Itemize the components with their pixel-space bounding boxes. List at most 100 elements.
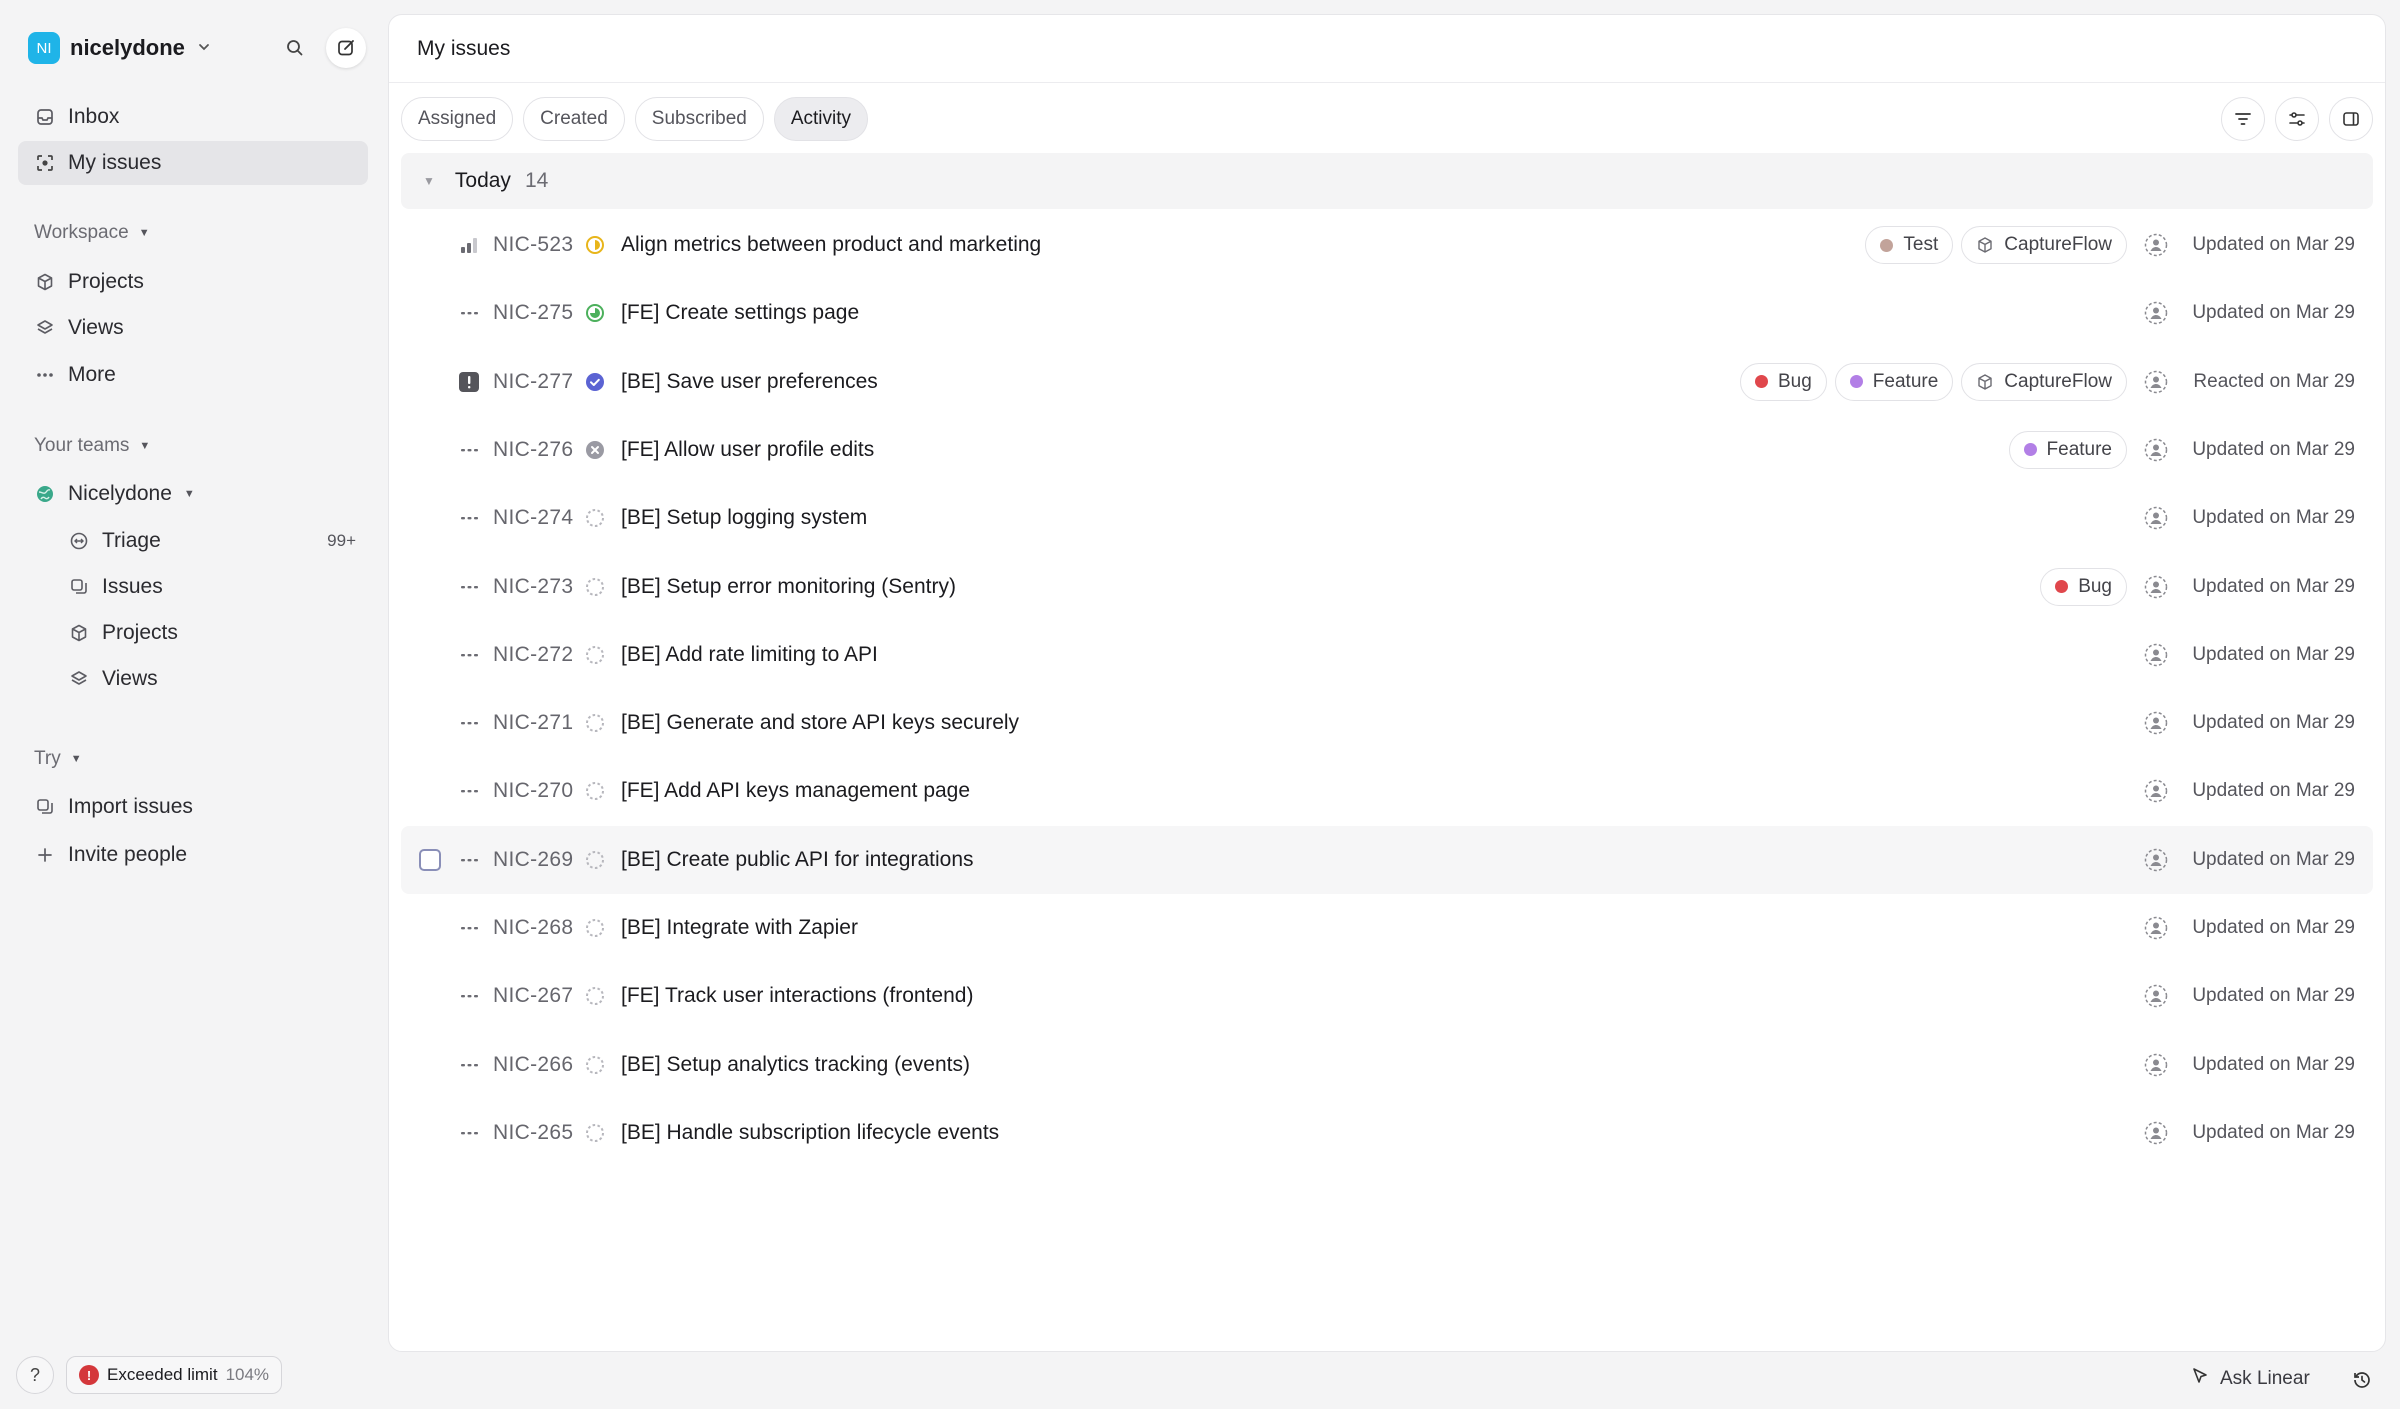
issue-row[interactable]: NIC-265 [BE] Handle subscription lifecycl… <box>401 1099 2373 1167</box>
user-avatar-icon[interactable] <box>2141 845 2171 875</box>
priority-urgent-icon[interactable] <box>457 370 481 394</box>
user-avatar-icon[interactable] <box>2141 981 2171 1011</box>
status-backlog-icon[interactable] <box>583 643 607 667</box>
try-section-header[interactable]: Try ▼ <box>34 748 82 770</box>
exceeded-limit-button[interactable]: ! Exceeded limit 104% <box>66 1356 283 1394</box>
label-chip[interactable]: Feature <box>1834 362 1954 401</box>
display-options-icon[interactable] <box>2275 97 2319 141</box>
status-backlog-icon[interactable] <box>583 984 607 1008</box>
priority-none-icon[interactable] <box>457 438 481 462</box>
sidebar: NI nicelydone Inbox My issues Workspace … <box>0 0 384 1409</box>
issue-row[interactable]: NIC-275 [FE] Create settings page Updated … <box>401 279 2373 347</box>
workspace-section-header[interactable]: Workspace ▼ <box>34 222 150 244</box>
user-avatar-icon[interactable] <box>2141 1118 2171 1148</box>
issue-row[interactable]: NIC-273 [BE] Setup error monitoring (Sent… <box>401 553 2373 621</box>
label-chip[interactable]: Test <box>1865 226 1954 264</box>
issue-row[interactable]: NIC-267 [FE] Track user interactions (fro… <box>401 962 2373 1030</box>
status-backlog-icon[interactable] <box>583 1121 607 1145</box>
status-in-review-icon[interactable] <box>583 301 607 325</box>
nav-import-issues[interactable]: Import issues <box>18 785 368 829</box>
team-item-triage[interactable]: Triage 99+ <box>52 519 368 563</box>
label-chip[interactable]: Bug <box>1739 362 1827 401</box>
priority-none-icon[interactable] <box>457 984 481 1008</box>
user-avatar-icon[interactable] <box>2141 1050 2171 1080</box>
priority-medium-icon[interactable] <box>457 233 481 257</box>
status-in-progress-icon[interactable] <box>583 233 607 257</box>
collapse-caret-icon[interactable]: ▼ <box>423 174 435 188</box>
group-header-today[interactable]: ▼ Today 14 <box>401 153 2373 209</box>
issue-row[interactable]: NIC-276 [FE] Allow user profile edits Feat… <box>401 416 2373 484</box>
user-avatar-icon[interactable] <box>2141 503 2171 533</box>
project-chip[interactable]: CaptureFlow <box>1961 362 2127 401</box>
user-avatar-icon[interactable] <box>2141 708 2171 738</box>
compose-icon[interactable] <box>326 28 366 68</box>
project-chip[interactable]: CaptureFlow <box>1961 226 2127 264</box>
nav-inbox[interactable]: Inbox <box>18 95 368 139</box>
issue-row[interactable]: NIC-523 Align metrics between product and… <box>401 211 2373 279</box>
user-avatar-icon[interactable] <box>2141 572 2171 602</box>
priority-none-icon[interactable] <box>457 916 481 940</box>
priority-none-icon[interactable] <box>457 301 481 325</box>
nav-my-issues[interactable]: My issues <box>18 141 368 185</box>
user-avatar-icon[interactable] <box>2141 913 2171 943</box>
priority-none-icon[interactable] <box>457 1053 481 1077</box>
priority-none-icon[interactable] <box>457 1121 481 1145</box>
label-chip[interactable]: Bug <box>2040 567 2127 606</box>
nav-projects[interactable]: Projects <box>18 260 368 304</box>
user-avatar-icon[interactable] <box>2141 230 2171 260</box>
team-item-views[interactable]: Views <box>52 657 368 701</box>
status-backlog-icon[interactable] <box>583 916 607 940</box>
view-tools <box>2221 97 2373 141</box>
issue-row[interactable]: NIC-269 [BE] Create public API for integr… <box>401 825 2373 894</box>
priority-none-icon[interactable] <box>457 575 481 599</box>
status-backlog-icon[interactable] <box>583 506 607 530</box>
tab-created[interactable]: Created <box>523 97 625 141</box>
tab-activity[interactable]: Activity <box>773 97 869 141</box>
nav-views[interactable]: Views <box>18 306 368 350</box>
issue-row[interactable]: NIC-266 [BE] Setup analytics tracking (ev… <box>401 1031 2373 1099</box>
filter-icon[interactable] <box>2221 97 2265 141</box>
nav-invite-people[interactable]: Invite people <box>18 833 368 877</box>
priority-none-icon[interactable] <box>457 643 481 667</box>
status-backlog-icon[interactable] <box>583 711 607 735</box>
workspace-switcher[interactable]: NI nicelydone <box>28 30 211 66</box>
status-done-icon[interactable] <box>583 370 607 394</box>
label-chip[interactable]: Feature <box>2008 430 2127 469</box>
status-backlog-icon[interactable] <box>583 575 607 599</box>
team-item-issues[interactable]: Issues <box>52 565 368 609</box>
user-avatar-icon[interactable] <box>2141 640 2171 670</box>
user-avatar-icon[interactable] <box>2141 298 2171 328</box>
issue-row[interactable]: NIC-268 [BE] Integrate with Zapier Updated… <box>401 894 2373 962</box>
activity-text: Updated on Mar 29 <box>2192 712 2355 734</box>
status-backlog-icon[interactable] <box>583 779 607 803</box>
status-backlog-icon[interactable] <box>583 848 607 872</box>
issue-row[interactable]: NIC-270 [FE] Add API keys management page… <box>401 757 2373 825</box>
activity-text: Updated on Mar 29 <box>2192 302 2355 324</box>
ask-linear-button[interactable]: Ask Linear <box>2190 1366 2310 1392</box>
history-icon[interactable] <box>2348 1366 2376 1394</box>
priority-none-icon[interactable] <box>457 711 481 735</box>
issue-row[interactable]: NIC-271 [BE] Generate and store API keys … <box>401 689 2373 757</box>
status-canceled-icon[interactable] <box>583 438 607 462</box>
toggle-sidebar-icon[interactable] <box>2329 97 2373 141</box>
teams-section-header[interactable]: Your teams ▼ <box>34 435 150 457</box>
priority-none-icon[interactable] <box>457 779 481 803</box>
user-avatar-icon[interactable] <box>2141 367 2171 397</box>
help-button[interactable]: ? <box>16 1356 54 1394</box>
status-backlog-icon[interactable] <box>583 1053 607 1077</box>
tab-subscribed[interactable]: Subscribed <box>634 97 764 141</box>
tab-assigned[interactable]: Assigned <box>401 97 514 141</box>
teams-section-title: Your teams <box>34 435 130 456</box>
nav-more[interactable]: More <box>18 353 368 397</box>
user-avatar-icon[interactable] <box>2141 435 2171 465</box>
priority-none-icon[interactable] <box>457 848 481 872</box>
team-nicelydone[interactable]: Nicelydone ▼ <box>18 472 368 516</box>
issue-row[interactable]: NIC-274 [BE] Setup logging system Updated … <box>401 484 2373 552</box>
priority-none-icon[interactable] <box>457 506 481 530</box>
row-checkbox[interactable] <box>419 848 441 871</box>
team-item-projects[interactable]: Projects <box>52 611 368 655</box>
search-icon[interactable] <box>275 28 315 68</box>
user-avatar-icon[interactable] <box>2141 776 2171 806</box>
issue-row[interactable]: NIC-277 [BE] Save user preferences Bug Feat… <box>401 348 2373 416</box>
issue-row[interactable]: NIC-272 [BE] Add rate limiting to API Upda… <box>401 621 2373 689</box>
